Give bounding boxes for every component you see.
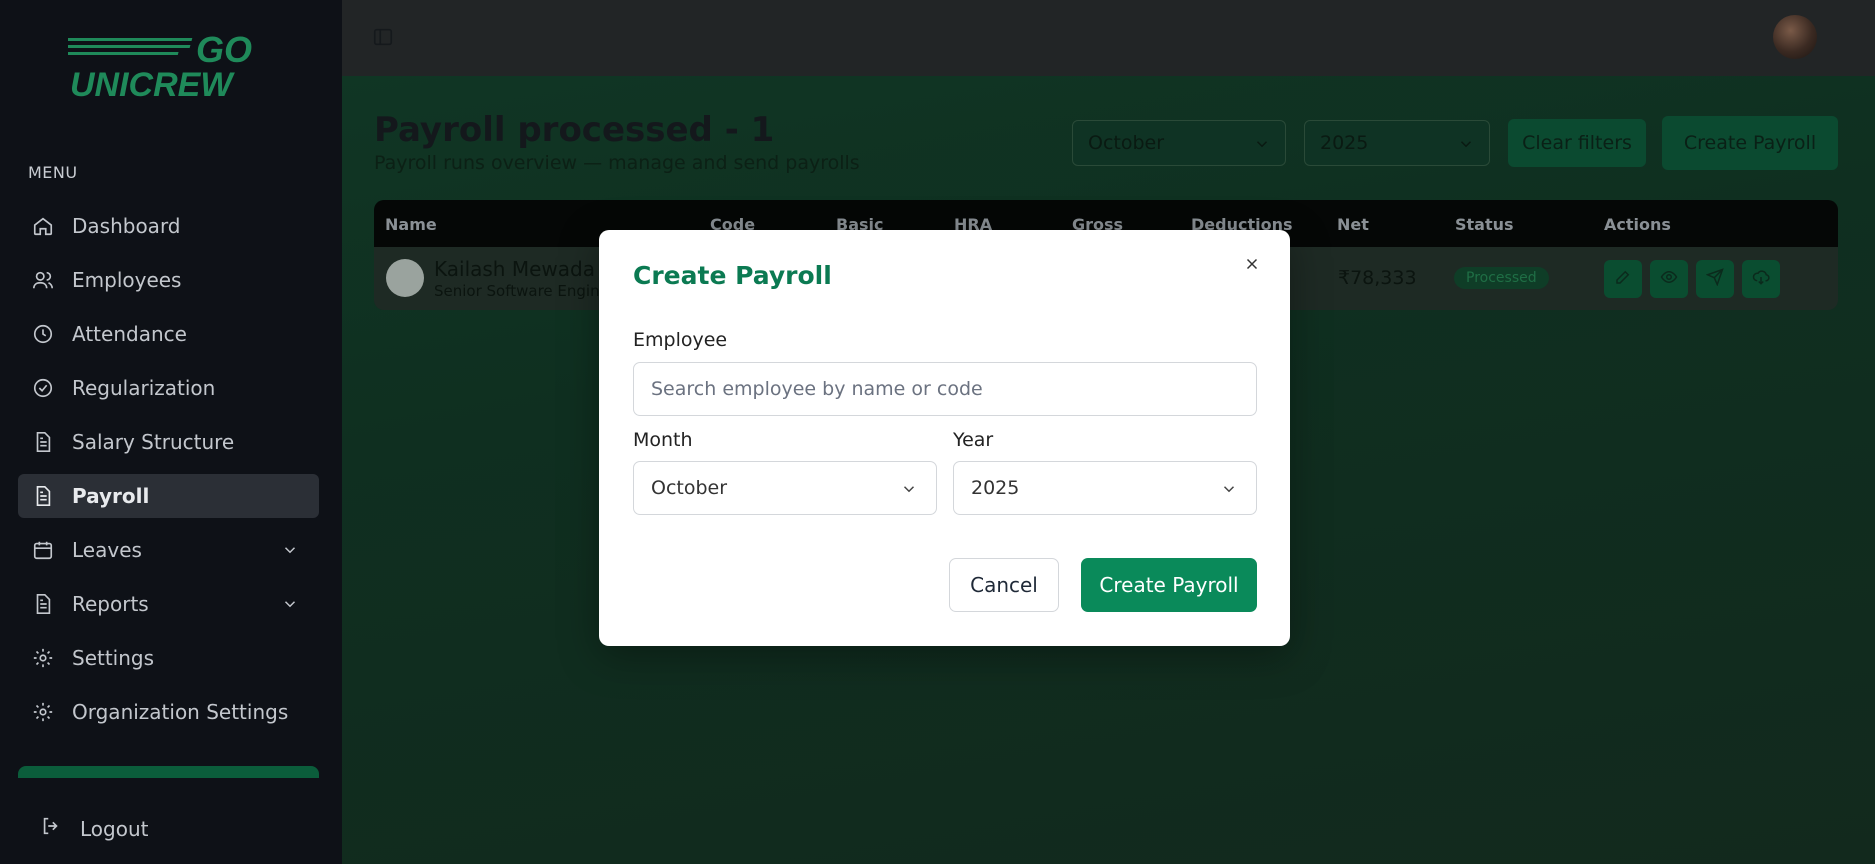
document-icon [32, 593, 54, 615]
sidebar-item-label: Settings [72, 646, 155, 670]
sidebar-item-salary-structure[interactable]: Salary Structure [18, 420, 319, 464]
year-value: 2025 [971, 477, 1020, 499]
modal-title: Create Payroll [633, 261, 832, 290]
check-circle-icon [32, 377, 54, 399]
column-header: Name [385, 215, 437, 234]
create-payroll-header-button[interactable]: Create Payroll [1662, 116, 1838, 170]
view-button[interactable] [1650, 260, 1688, 298]
page-subtitle: Payroll runs overview — manage and send … [374, 152, 860, 174]
svg-text:UNICREW: UNICREW [70, 66, 235, 100]
sidebar-item-label: Regularization [72, 376, 216, 400]
employee-name: Kailash Mewada [434, 257, 595, 281]
sidebar-item-label: Reports [72, 592, 149, 616]
employee-label: Employee [633, 329, 728, 351]
sidebar-item-label: Attendance [72, 322, 187, 346]
top-bar [342, 0, 1875, 76]
download-button[interactable] [1742, 260, 1780, 298]
home-icon [32, 215, 54, 237]
svg-text:GO: GO [196, 29, 252, 70]
user-avatar[interactable] [1773, 15, 1817, 59]
month-select[interactable]: October [633, 461, 937, 515]
cancel-button[interactable]: Cancel [949, 558, 1059, 612]
sidebar-footer-bar [18, 766, 319, 778]
employee-avatar [386, 259, 424, 297]
logout-icon [40, 815, 62, 842]
sidebar-item-payroll[interactable]: Payroll [18, 474, 319, 518]
sidebar-item-label: Payroll [72, 484, 150, 508]
create-payroll-modal: Create Payroll Employee Search employee … [599, 230, 1290, 646]
filter-year-select[interactable]: 2025 [1304, 120, 1490, 166]
chevron-down-icon [900, 480, 918, 503]
cloud-download-icon [1752, 268, 1770, 290]
column-header: Net [1337, 215, 1369, 234]
filter-month-value: October [1088, 132, 1165, 154]
sidebar-item-label: Organization Settings [72, 700, 289, 724]
sidebar-item-employees[interactable]: Employees [18, 258, 319, 302]
filter-month-select[interactable]: October [1072, 120, 1286, 166]
net-value: ₹78,333 [1338, 267, 1417, 289]
month-value: October [651, 477, 728, 499]
logout-button[interactable]: Logout [40, 815, 148, 842]
status-badge: Processed [1454, 267, 1549, 289]
chevron-down-icon [281, 594, 299, 618]
app-logo[interactable]: GO UNICREW [62, 28, 268, 104]
column-header: Status [1455, 215, 1514, 234]
menu-label: MENU [28, 163, 78, 182]
send-icon [1705, 268, 1724, 290]
edit-icon [1614, 268, 1632, 290]
sidebar-item-label: Salary Structure [72, 430, 235, 454]
chevron-down-icon [1253, 135, 1271, 158]
sidebar-item-regularization[interactable]: Regularization [18, 366, 319, 410]
employee-role: Senior Software Engin [434, 282, 600, 300]
sidebar-item-label: Employees [72, 268, 182, 292]
month-label: Month [633, 429, 693, 451]
logout-label: Logout [80, 816, 149, 841]
sidebar-item-dashboard[interactable]: Dashboard [18, 204, 319, 248]
clear-filters-button[interactable]: Clear filters [1508, 119, 1646, 167]
eye-icon [1660, 268, 1678, 290]
send-button[interactable] [1696, 260, 1734, 298]
calendar-icon [32, 539, 54, 561]
document-icon [32, 431, 54, 453]
sidebar-item-label: Dashboard [72, 214, 181, 238]
page-title: Payroll processed - 1 [374, 110, 775, 150]
filter-year-value: 2025 [1320, 132, 1369, 154]
sidebar-item-label: Leaves [72, 538, 142, 562]
edit-button[interactable] [1604, 260, 1642, 298]
chevron-down-icon [1220, 480, 1238, 503]
sidebar-item-organization-settings[interactable]: Organization Settings [18, 690, 319, 734]
column-header: Actions [1604, 215, 1671, 234]
sidebar-item-settings[interactable]: Settings [18, 636, 319, 680]
chevron-down-icon [1457, 135, 1475, 158]
clock-icon [32, 323, 54, 345]
sidebar-item-attendance[interactable]: Attendance [18, 312, 319, 356]
sidebar-item-leaves[interactable]: Leaves [18, 528, 319, 572]
document-icon [32, 485, 54, 507]
close-icon [1243, 255, 1261, 277]
sidebar-toggle-icon[interactable] [372, 26, 394, 52]
gear-icon [32, 647, 54, 669]
close-button[interactable] [1238, 252, 1266, 280]
year-label: Year [953, 429, 994, 451]
sidebar-item-reports[interactable]: Reports [18, 582, 319, 626]
employee-search-input[interactable]: Search employee by name or code [633, 362, 1257, 416]
users-icon [32, 269, 54, 291]
create-payroll-button[interactable]: Create Payroll [1081, 558, 1257, 612]
year-select[interactable]: 2025 [953, 461, 1257, 515]
chevron-down-icon [281, 540, 299, 564]
gear-icon [32, 701, 54, 723]
